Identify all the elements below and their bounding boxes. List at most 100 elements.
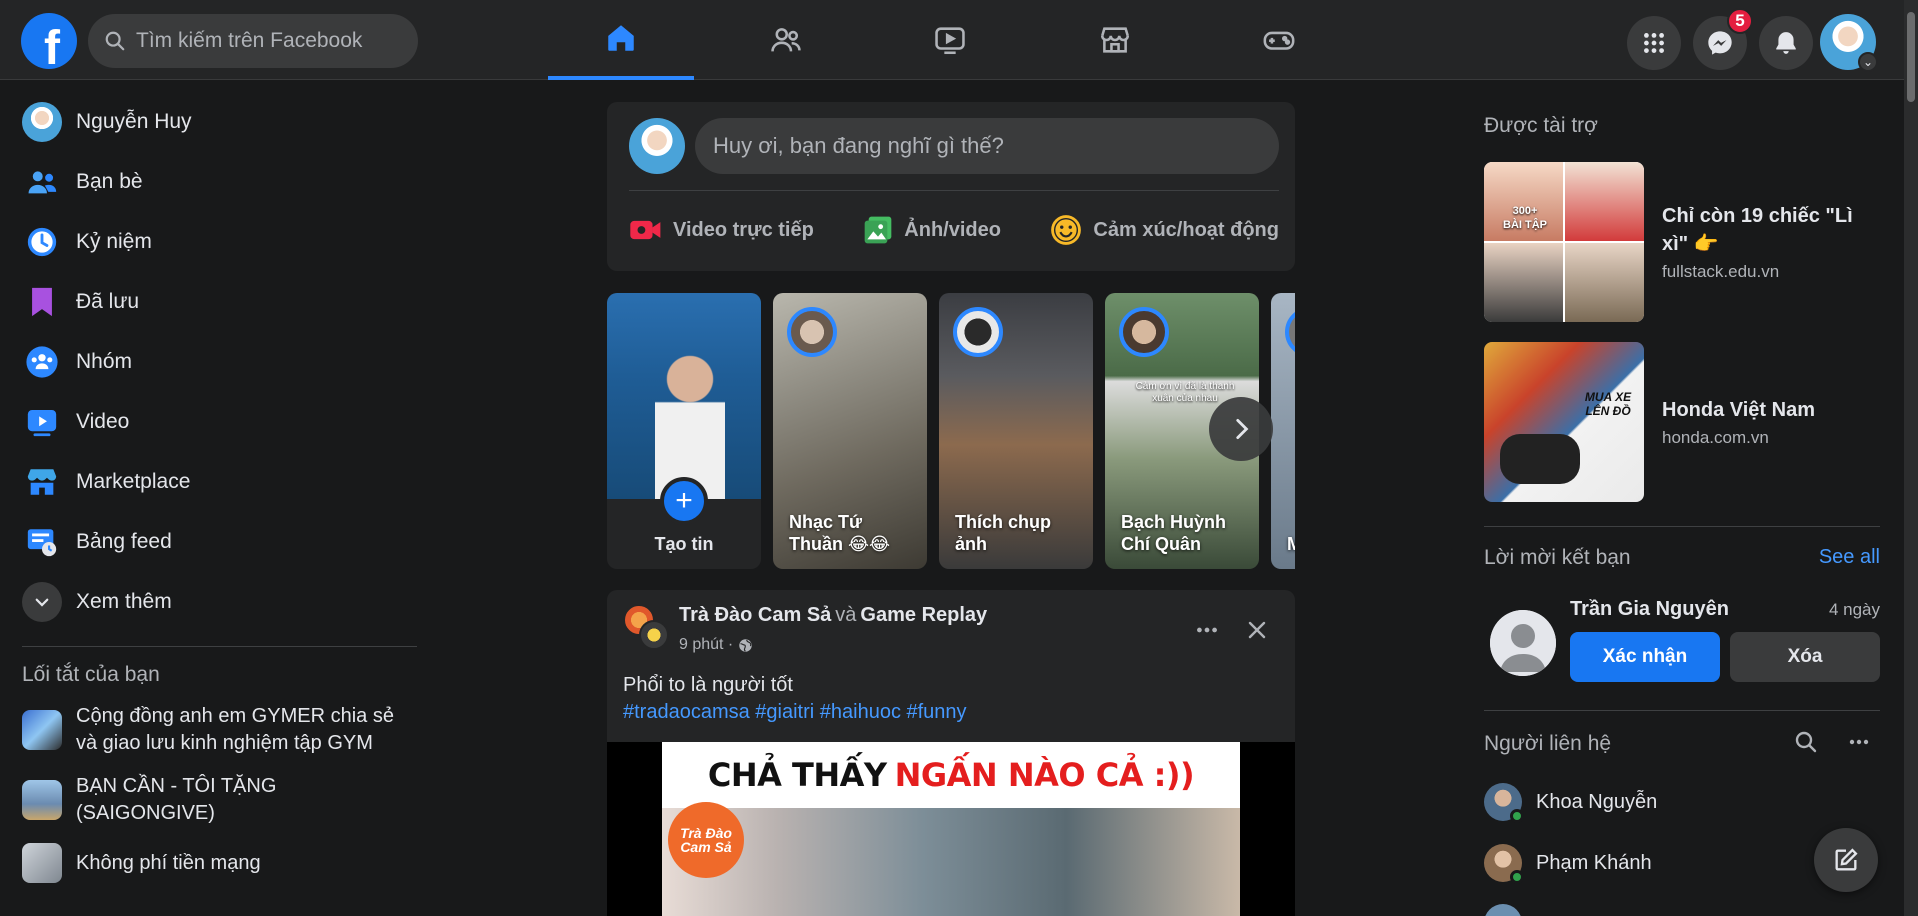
account-avatar-button[interactable]: ⌄ xyxy=(1820,14,1878,72)
avatar[interactable] xyxy=(629,118,685,174)
sidebar-item-groups[interactable]: Nhóm xyxy=(0,332,430,392)
feed-icon xyxy=(22,522,62,562)
tab-watch[interactable] xyxy=(877,0,1023,80)
post-header: Trà Đào Cam Sả và Game Replay xyxy=(679,604,987,627)
section-divider xyxy=(1484,710,1880,711)
online-status-dot xyxy=(1510,870,1524,884)
sponsored-ad[interactable]: MUA XE LÊN ĐỒ Honda Việt Nam honda.com.v… xyxy=(1484,342,1880,502)
sidebar-item-video[interactable]: Video xyxy=(0,392,430,452)
messenger-button[interactable]: 5 xyxy=(1693,8,1753,70)
search-contacts-button[interactable] xyxy=(1794,730,1818,759)
story-avatar xyxy=(787,307,837,357)
composer-divider xyxy=(629,190,1279,191)
sidebar-item-label: Video xyxy=(76,410,130,433)
story-card[interactable]: Thích chụp ảnh xyxy=(939,293,1093,569)
search-input[interactable]: Tìm kiếm trên Facebook xyxy=(88,14,418,68)
post-avatar[interactable] xyxy=(623,604,669,650)
avatar[interactable] xyxy=(1490,610,1556,676)
create-story-card[interactable]: + Tạo tin xyxy=(607,293,761,569)
sidebar-item-label: Bạn bè xyxy=(76,170,143,193)
tab-home[interactable] xyxy=(548,0,694,80)
group-name-link[interactable]: Game Replay xyxy=(860,604,987,626)
post-media[interactable]: CHẢ THẤY NGẤN NÀO CẢ :)) Trà Đào Cam Sả xyxy=(607,742,1295,916)
story-person xyxy=(655,349,725,499)
sidebar-item-marketplace[interactable]: Marketplace xyxy=(0,452,430,512)
post-body: Phổi to là người tốt xyxy=(623,674,793,696)
sponsored-heading: Được tài trợ xyxy=(1484,114,1598,137)
sidebar-item-see-more[interactable]: Xem thêm xyxy=(0,572,430,632)
shortcut-item[interactable]: Cộng đồng anh em GYMER chia sẻ và giao l… xyxy=(0,695,430,765)
grid-menu-icon xyxy=(1644,33,1664,53)
story-avatar xyxy=(1119,307,1169,357)
gamepad-icon xyxy=(1263,31,1295,50)
messenger-icon xyxy=(1708,31,1732,55)
story-card[interactable]: Nhạc Tứ Thuần 😂😂 xyxy=(773,293,927,569)
sidebar-item-profile[interactable]: Nguyễn Huy xyxy=(0,92,430,152)
feeling-activity-button[interactable]: Cảm xúc/hoạt động xyxy=(1049,202,1279,258)
contact-item[interactable] xyxy=(1484,895,1536,916)
hide-post-button[interactable] xyxy=(1237,610,1277,650)
new-message-button[interactable] xyxy=(1814,828,1878,892)
sidebar-item-label: Marketplace xyxy=(76,470,191,493)
create-story-label: Tạo tin xyxy=(654,534,714,554)
home-icon xyxy=(608,25,634,51)
chevron-right-icon xyxy=(1236,418,1249,440)
confirm-button[interactable]: Xác nhận xyxy=(1570,632,1720,682)
status-input[interactable]: Huy ơi, bạn đang nghĩ gì thế? xyxy=(695,118,1279,174)
tab-friends[interactable] xyxy=(713,0,859,80)
contacts-options-button[interactable] xyxy=(1846,730,1872,759)
video-play-icon xyxy=(22,402,62,442)
post-options-button[interactable] xyxy=(1187,610,1227,650)
group-avatar xyxy=(639,620,669,650)
contact-item[interactable]: Phạm Khánh xyxy=(1484,835,1652,891)
requester-name[interactable]: Trần Gia Nguyên xyxy=(1570,598,1729,621)
sidebar-item-feeds[interactable]: Bảng feed xyxy=(0,512,430,572)
photo-icon xyxy=(864,216,892,244)
shortcut-label: BẠN CẦN - TÔI TẶNG (SAIGONGIVE) xyxy=(76,775,277,824)
feed-post: Trà Đào Cam Sả và Game Replay 9 phút · Phổ… xyxy=(607,590,1295,916)
video-thumbnail xyxy=(662,808,1240,916)
page-scrollbar[interactable] xyxy=(1904,0,1918,916)
delete-button[interactable]: Xóa xyxy=(1730,632,1880,682)
shortcut-item[interactable]: Không phí tiền mạng xyxy=(0,835,430,891)
video-icon xyxy=(935,27,965,55)
sidebar-item-label: Nguyễn Huy xyxy=(76,110,192,133)
groups-icon xyxy=(22,342,62,382)
stories-next-button[interactable] xyxy=(1209,397,1273,461)
ad-image-badge: 300+ BÀI TẬP xyxy=(1503,205,1547,231)
sidebar-item-label: Xem thêm xyxy=(76,590,172,613)
sidebar-item-memories[interactable]: Kỷ niệm xyxy=(0,212,430,272)
menu-button[interactable] xyxy=(1627,16,1681,70)
messenger-badge: 5 xyxy=(1727,8,1753,34)
shortcut-label: Không phí tiền mạng xyxy=(76,851,261,874)
sidebar-item-saved[interactable]: Đã lưu xyxy=(0,272,430,332)
post-time[interactable]: 9 phút · xyxy=(679,636,733,654)
live-video-button[interactable]: Video trực tiếp xyxy=(629,202,814,258)
online-status-dot xyxy=(1510,809,1524,823)
shortcut-label: Cộng đồng anh em GYMER chia sẻ và giao l… xyxy=(76,705,394,754)
story-card[interactable]: M N xyxy=(1271,293,1295,569)
facebook-logo[interactable]: f xyxy=(21,13,77,69)
action-label: Video trực tiếp xyxy=(673,218,814,241)
page-name-link[interactable]: Trà Đào Cam Sả xyxy=(679,604,831,626)
sponsored-ad[interactable]: 300+ BÀI TẬP Chỉ còn 19 chiếc "Lì xì" 👉 … xyxy=(1484,162,1880,322)
photo-video-button[interactable]: Ảnh/video xyxy=(862,202,1001,258)
contacts-heading: Người liên hệ xyxy=(1484,732,1612,755)
sidebar-item-label: Bảng feed xyxy=(76,530,172,553)
see-all-link[interactable]: See all xyxy=(1819,546,1880,569)
shortcut-item[interactable]: BẠN CẦN - TÔI TẶNG (SAIGONGIVE) xyxy=(0,765,430,835)
shortcut-thumbnail xyxy=(22,710,62,750)
story-name: Nhạc Tứ Thuần 😂😂 xyxy=(789,512,891,554)
bell-icon xyxy=(1776,32,1796,54)
notifications-button[interactable] xyxy=(1759,16,1813,70)
tab-marketplace[interactable] xyxy=(1042,0,1188,80)
post-hashtags[interactable]: #tradaocamsa #giaitri #haihuoc #funny xyxy=(623,699,967,726)
sidebar-item-friends[interactable]: Bạn bè xyxy=(0,152,430,212)
scrollbar-thumb[interactable] xyxy=(1907,12,1915,102)
tab-gaming[interactable] xyxy=(1206,0,1352,80)
smiley-icon xyxy=(1051,215,1082,245)
friend-request: Trần Gia Nguyên 4 ngày Xác nhận Xóa xyxy=(1484,598,1880,698)
contact-item[interactable]: Khoa Nguyễn xyxy=(1484,774,1657,830)
shortcuts-heading: Lối tắt của bạn xyxy=(22,663,160,686)
action-label: Cảm xúc/hoạt động xyxy=(1093,218,1279,241)
